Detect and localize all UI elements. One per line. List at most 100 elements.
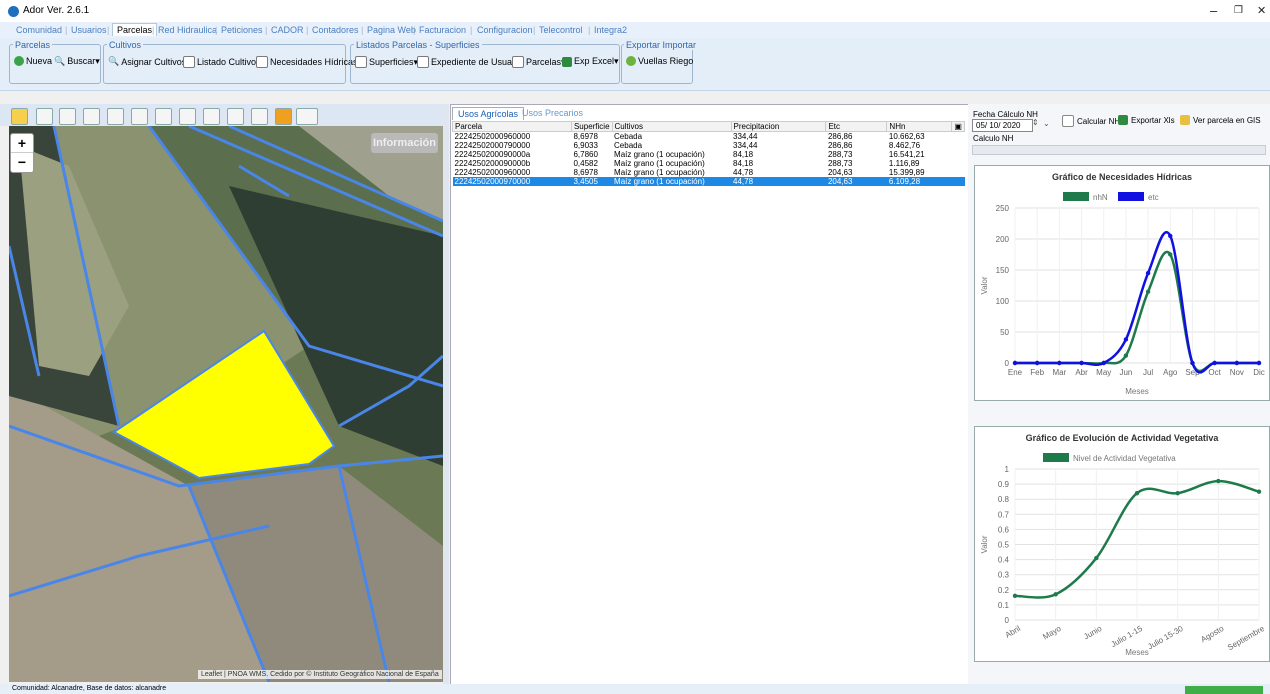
col-parcela[interactable]: Parcela xyxy=(452,121,572,132)
calendar-dropdown-icon[interactable]: ⌄ xyxy=(1043,119,1050,128)
series-line xyxy=(1015,231,1259,374)
rotate-tool-icon[interactable] xyxy=(131,108,148,125)
tab-cador[interactable]: CADOR xyxy=(271,25,304,35)
data-point xyxy=(1123,353,1129,358)
title-bar xyxy=(0,0,1270,22)
table-row[interactable]: 22242502000960000 8,6978 Maíz grano (1 ocu… xyxy=(453,168,965,177)
save-tool-icon[interactable] xyxy=(275,108,292,125)
restore-button[interactable]: ❐ xyxy=(1234,5,1243,16)
informacion-button[interactable]: Información xyxy=(371,133,438,153)
layers-dropdown-icon[interactable] xyxy=(296,108,318,125)
status-text: Comunidad: Alcanadre, Base de datos: alc… xyxy=(12,685,167,692)
zoom-in-button[interactable]: + xyxy=(11,134,33,153)
parcelas-list-button[interactable]: Parcelas▾ xyxy=(512,56,566,68)
panel-splitter[interactable] xyxy=(443,104,449,684)
tab-red-hidraulica[interactable]: Red Hidraulica xyxy=(158,25,217,35)
tab-comunidad[interactable]: Comunidad xyxy=(16,25,62,35)
y-tick-label: 0.6 xyxy=(998,525,1010,534)
polygon-tool-icon[interactable] xyxy=(59,108,76,125)
asignar-cultivos-button[interactable]: 🔍 Asignar Cultivos xyxy=(108,56,186,67)
tab-peticiones[interactable]: Peticiones xyxy=(221,25,263,35)
tab-configuracion[interactable]: Configuracion xyxy=(477,25,533,35)
line-tool-icon[interactable] xyxy=(251,108,268,125)
y-tick-label: 250 xyxy=(996,204,1010,213)
tab-facturacion[interactable]: Facturacion xyxy=(419,25,466,35)
edit-tool-icon[interactable] xyxy=(203,108,220,125)
layer2-tool-icon[interactable] xyxy=(179,108,196,125)
y-tick-label: 200 xyxy=(996,235,1010,244)
close-button[interactable]: ✕ xyxy=(1257,4,1266,17)
nueva-button[interactable]: Nueva xyxy=(14,56,52,66)
necesidades-hidricas-button[interactable]: Necesidades Hídricas xyxy=(256,56,358,68)
group-cultivos-label: Cultivos xyxy=(107,40,144,50)
x-tick-label: Septiembre xyxy=(1226,624,1266,653)
tab-contadores[interactable]: Contadores xyxy=(312,25,359,35)
cell: 6,9033 xyxy=(573,141,598,150)
minimize-button[interactable]: – xyxy=(1210,3,1217,18)
listado-cultivos-button[interactable]: Listado Cultivos xyxy=(183,56,261,68)
column-picker-icon[interactable]: ▣ xyxy=(951,121,965,132)
y-axis-label: Valor xyxy=(980,535,989,553)
cell: 8,6978 xyxy=(573,132,598,141)
x-tick-label: Agosto xyxy=(1199,624,1226,645)
calcular-nh-button[interactable]: Calcular NH xyxy=(1062,115,1120,127)
table-row-selected[interactable]: 22242502000970000 3,4505 Maíz grano (1 ocu… xyxy=(452,177,965,186)
col-etc[interactable]: Etc xyxy=(825,121,888,132)
map-view[interactable] xyxy=(9,126,443,682)
table-row[interactable]: 2224250200090000a 6,7860 Maíz grano (1 ocu… xyxy=(453,150,965,159)
cell: Maíz grano (1 ocupación) xyxy=(614,159,705,168)
tab-integra2[interactable]: Integra2 xyxy=(594,25,627,35)
data-point xyxy=(1216,478,1221,484)
ver-gis-button[interactable]: Ver parcela en GIS xyxy=(1180,115,1261,125)
cell: 2224250200090000a xyxy=(454,150,531,159)
cut-tool-icon[interactable] xyxy=(227,108,244,125)
col-precipitacion[interactable]: Precipitacion xyxy=(730,121,827,132)
menu-separator: | xyxy=(588,25,591,35)
tab-telecontrol[interactable]: Telecontrol xyxy=(539,25,583,35)
calculator-icon xyxy=(1062,115,1074,127)
layer-tool-icon[interactable] xyxy=(155,108,172,125)
measure-tool-icon[interactable] xyxy=(36,108,53,125)
cell: 22242502000960000 xyxy=(454,132,531,141)
select-tool-icon[interactable] xyxy=(11,108,28,125)
date-spinner-icon[interactable]: ⇕ xyxy=(1032,118,1039,127)
parcelas-table-panel xyxy=(450,104,969,686)
exportar-xls-button[interactable]: Exportar Xls xyxy=(1118,115,1175,125)
tab-usos-agricolas[interactable]: Usos Agrícolas xyxy=(452,107,525,120)
tab-usuarios[interactable]: Usuarios xyxy=(71,25,107,35)
y-tick-label: 100 xyxy=(996,297,1010,306)
col-superficie[interactable]: Superficie xyxy=(570,121,613,132)
superficies-button[interactable]: Superficies▾ xyxy=(355,56,418,68)
legend-swatch xyxy=(1043,453,1069,462)
list-icon xyxy=(256,56,268,68)
fecha-input[interactable]: 05/ 10/ 2020 xyxy=(972,119,1033,132)
parcelas-list-label: Parcelas▾ xyxy=(526,56,566,67)
cell: 6,7860 xyxy=(573,150,598,159)
buscar-button[interactable]: 🔍 Buscar▾ xyxy=(54,56,100,67)
legend-label: Nivel de Actividad Vegetativa xyxy=(1073,454,1176,463)
y-axis-label: Valor xyxy=(980,276,989,294)
exp-excel-button[interactable]: Exp Excel▾ xyxy=(562,56,619,67)
table-row[interactable]: 22242502000790000 6,9033 Cebada 334,44 286,8… xyxy=(453,141,965,150)
pencil-tool-icon[interactable] xyxy=(83,108,100,125)
table-row[interactable]: 22242502000960000 8,6978 Cebada 334,44 286,8… xyxy=(453,132,965,142)
vuellas-riego-button[interactable]: Vuellas Riego xyxy=(626,56,693,66)
chart-actividad: Gráfico de Evolución de Actividad Vegeta… xyxy=(974,426,1270,662)
cell: 334,44 xyxy=(733,141,758,150)
zoom-out-button[interactable]: − xyxy=(11,153,33,171)
data-point xyxy=(1256,489,1262,494)
search-icon: 🔍 xyxy=(108,56,120,66)
expediente-button[interactable]: Expediente de Usuario xyxy=(417,56,522,68)
rectangle-tool-icon[interactable] xyxy=(107,108,124,125)
cell: 22242502000960000 xyxy=(454,168,531,177)
col-nhn[interactable]: NHn xyxy=(886,121,953,132)
excel-icon xyxy=(1118,115,1128,125)
cell: 44,78 xyxy=(731,177,826,186)
col-cultivos[interactable]: Cultivos xyxy=(611,121,732,132)
cell: 3,4505 xyxy=(571,177,613,186)
tab-parcelas[interactable]: Parcelas xyxy=(112,23,158,36)
cell: 10.662,63 xyxy=(888,132,925,141)
table-row[interactable]: 2224250200090000b 0,4582 Maíz grano (1 ocu… xyxy=(453,159,965,168)
tab-pagina-web[interactable]: Pagina Web xyxy=(367,25,416,35)
tab-usos-precarios[interactable]: Usos Precarios xyxy=(517,107,588,119)
